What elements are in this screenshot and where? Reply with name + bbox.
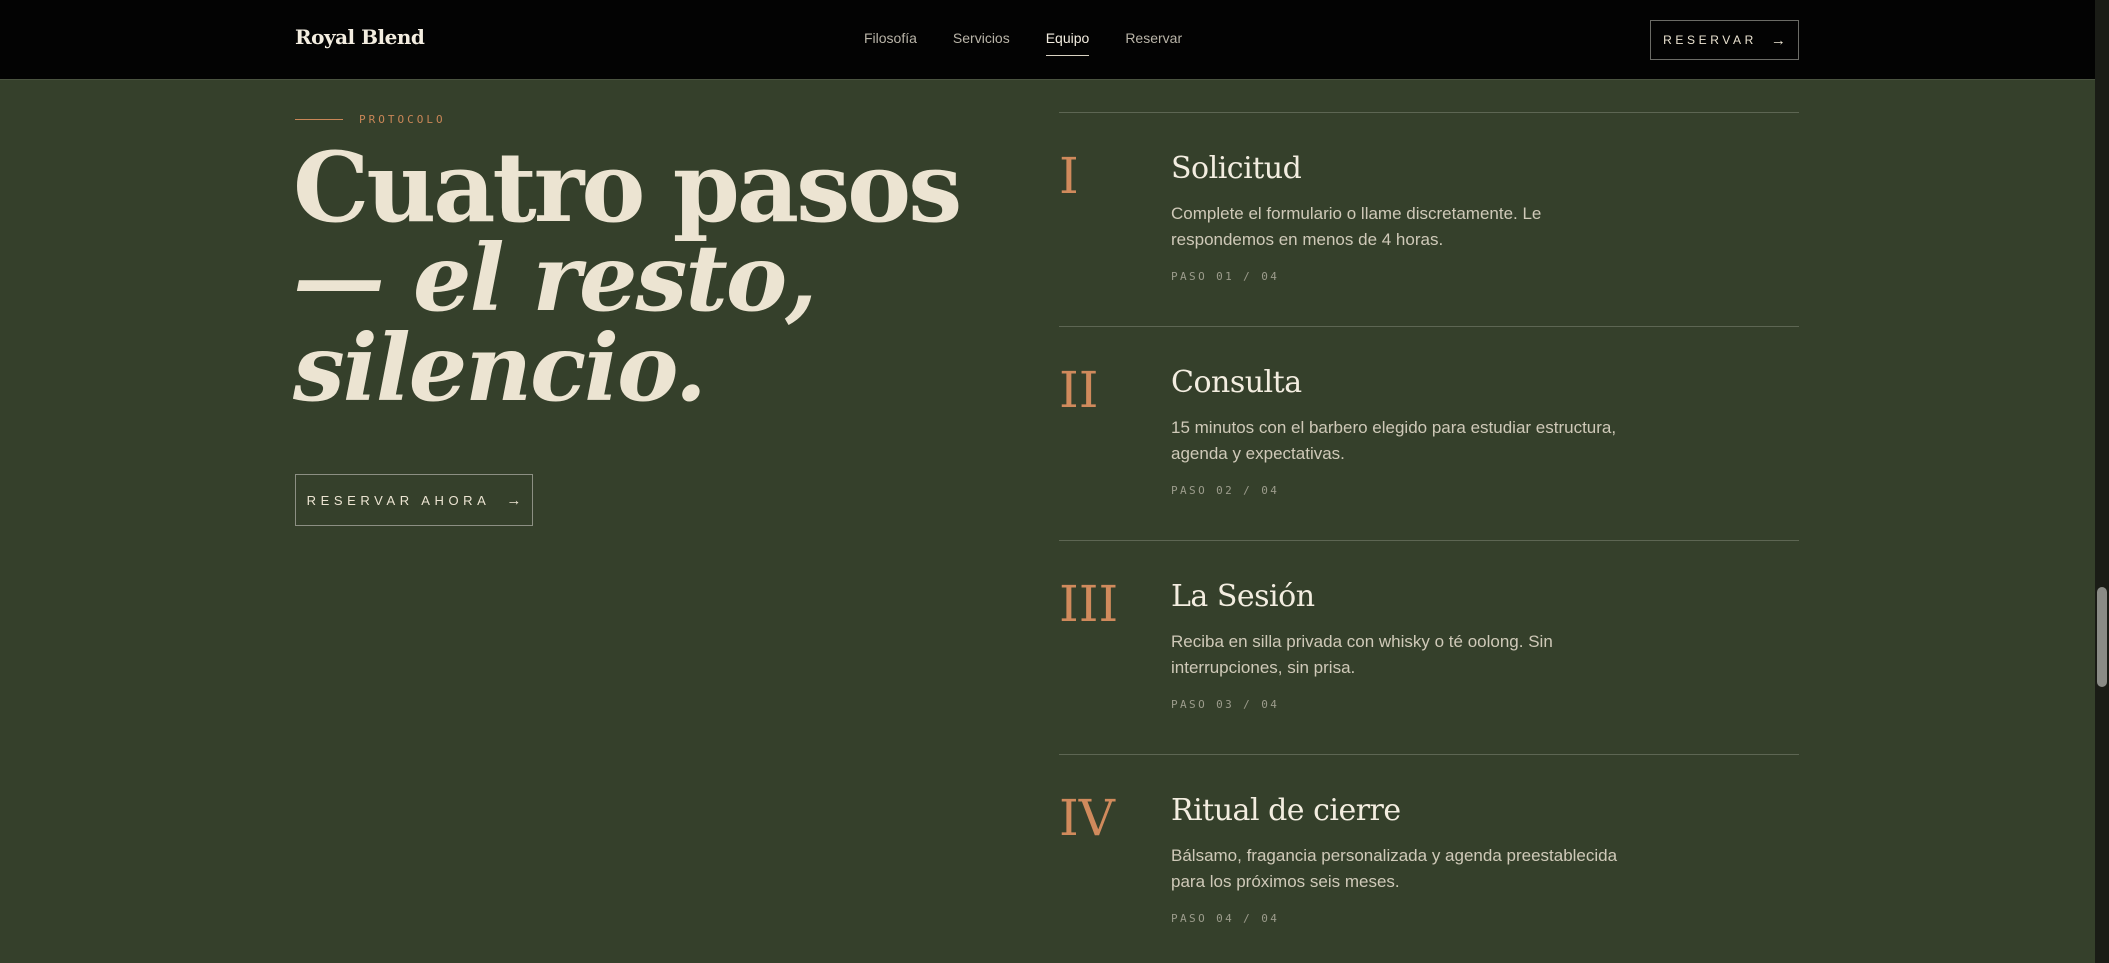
step-title: La Sesión [1171, 579, 1315, 614]
arrow-right-icon: → [1770, 31, 1786, 49]
step-title: Consulta [1171, 365, 1302, 400]
headline-line-1: Cuatro pasos [293, 131, 962, 244]
reserve-button[interactable]: RESERVAR → [1650, 20, 1799, 60]
step-description: Complete el formulario o llame discretam… [1171, 204, 1542, 249]
step-item: I Solicitud Complete el formulario o lla… [1059, 112, 1799, 326]
step-numeral: IV [1059, 789, 1115, 847]
step-counter: PASO 02 / 04 [1171, 484, 1280, 497]
headline-line-2: — el resto, [293, 224, 817, 332]
reserve-now-label: RESERVAR AHORA [306, 492, 491, 508]
brand-logo[interactable]: Royal Blend [295, 25, 425, 49]
step-item: IV Ritual de cierre Bálsamo, fragancia p… [1059, 754, 1799, 963]
step-description: Reciba en silla privada con whisky o té … [1171, 632, 1553, 677]
step-description: Bálsamo, fragancia personalizada y agend… [1171, 846, 1618, 891]
reserve-now-button[interactable]: RESERVAR AHORA → [295, 474, 533, 526]
protocol-steps: I Solicitud Complete el formulario o lla… [1059, 112, 1799, 963]
nav-link-equipo[interactable]: Equipo [1045, 30, 1090, 56]
nav-link-reservar[interactable]: Reservar [1125, 30, 1182, 56]
eyebrow-label: PROTOCOLO [359, 113, 446, 126]
main-nav: Filosofía Servicios Equipo Reservar [864, 30, 1182, 56]
page-scrollbar[interactable] [2095, 0, 2109, 963]
step-title: Ritual de cierre [1171, 793, 1401, 828]
arrow-right-icon: → [506, 491, 522, 509]
step-numeral: I [1059, 147, 1079, 205]
step-numeral: III [1059, 575, 1119, 633]
step-counter: PASO 04 / 04 [1171, 912, 1280, 925]
step-description: 15 minutos con el barbero elegido para e… [1171, 418, 1617, 463]
step-counter: PASO 01 / 04 [1171, 270, 1280, 283]
step-item: II Consulta 15 minutos con el barbero el… [1059, 326, 1799, 540]
headline-line-3: silencio. [293, 314, 707, 422]
section-headline: Cuatro pasos — el resto, silencio. [293, 131, 993, 422]
top-navigation-bar: Royal Blend Filosofía Servicios Equipo R… [0, 0, 2095, 80]
step-title: Solicitud [1171, 151, 1302, 186]
step-item: III La Sesión Reciba en silla privada co… [1059, 540, 1799, 754]
eyebrow-divider [295, 119, 343, 120]
step-counter: PASO 03 / 04 [1171, 698, 1280, 711]
scrollbar-thumb[interactable] [2097, 587, 2107, 687]
section-eyebrow: PROTOCOLO [295, 113, 446, 126]
nav-link-filosofia[interactable]: Filosofía [864, 30, 917, 56]
nav-link-servicios[interactable]: Servicios [953, 30, 1010, 56]
reserve-button-label: RESERVAR [1663, 33, 1757, 47]
step-numeral: II [1059, 361, 1099, 419]
